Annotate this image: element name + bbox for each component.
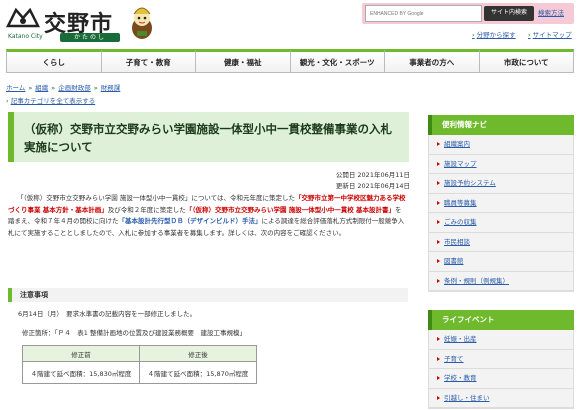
sidebar-item-library[interactable]: 図書館 xyxy=(429,252,573,272)
sidebar-item-moving[interactable]: 引越し・住まい xyxy=(429,389,573,408)
sidebar-convenient-nav: 便利情報ナビ 組織案内 施設マップ 施設予約システム 職員等募集 ごみの収集 市… xyxy=(428,115,574,292)
body-text-2: 及び令和２年度に策定した xyxy=(107,205,186,214)
notice-correction-text: 修正箇所：「Ｐ４ 表1 整備計画地の位置及び建設業務概要 建設工事規模」 xyxy=(22,329,246,337)
sidebar-item-label[interactable]: 施設マップ xyxy=(444,160,477,168)
site-search-button[interactable]: サイト内検索 xyxy=(484,6,534,21)
breadcrumb: ホーム» 組織» 企画財政部» 財務課 xyxy=(6,82,120,92)
table-cell-after: ４階建て延べ面積：15,870㎡程度 xyxy=(139,361,257,384)
arrow-right-icon xyxy=(437,376,440,380)
design-build-method: 「基本設計先行型ＤＢ（デザインビルド）手法」 xyxy=(118,217,262,225)
arrow-right-icon xyxy=(437,239,440,244)
search-field[interactable] xyxy=(365,5,482,22)
sidebar-item-organization[interactable]: 組織案内 xyxy=(429,135,573,155)
all-category-link-wrap: › 記事カテゴリを全て表示する xyxy=(6,95,95,105)
sitemap-label: サイトマップ xyxy=(532,31,572,39)
arrow-right-icon xyxy=(437,220,440,224)
arrow-right-icon xyxy=(437,337,440,341)
sidebar-item-label[interactable]: 子育て xyxy=(444,355,464,363)
sidebar-item-label[interactable]: 妊娠・出産 xyxy=(444,335,477,343)
basic-design-link[interactable]: 「（仮称）交野市立交野みらい学園 施設一体型小中一貫校 基本設計書」 xyxy=(186,206,395,214)
breadcrumb-separator-icon: » xyxy=(51,84,56,92)
sidebar-item-citizen-consultation[interactable]: 市民相談 xyxy=(429,233,573,252)
sidebar-item-label[interactable]: 学校・教育 xyxy=(444,374,477,382)
sidebar-nav-heading: 便利情報ナビ xyxy=(428,115,574,135)
sidebar-item-label[interactable]: 条例・規則（例規集） xyxy=(444,277,509,285)
sidebar-item-label[interactable]: 組織案内 xyxy=(444,140,470,148)
sidebar-item-facility-map[interactable]: 施設マップ xyxy=(429,155,573,174)
nav-city-government[interactable]: 市政について xyxy=(478,49,574,73)
sidebar-item-childcare[interactable]: 子育て xyxy=(429,350,573,369)
search-help-link[interactable]: 検索方法 xyxy=(538,6,564,21)
chevron-right-icon: › xyxy=(472,31,475,39)
sidebar-item-ordinances[interactable]: 条例・規則（例規集） xyxy=(429,272,573,291)
article-dates: 公開日 2021年06月11日 更新日 2021年06月14日 xyxy=(336,170,410,192)
field-search-link[interactable]: › 分野から探す xyxy=(472,29,516,39)
chevron-right-icon: › xyxy=(6,97,9,105)
global-nav: くらし 子育て・教育 健康・福祉 観光・文化・スポーツ 事業者の方へ 市政につい… xyxy=(6,49,574,73)
sidebar-item-label[interactable]: 引越し・住まい xyxy=(444,394,490,402)
sidebar-life-events: ライフイベント 妊娠・出産 子育て 学校・教育 引越し・住まい xyxy=(428,310,574,409)
arrow-right-icon xyxy=(437,200,440,205)
sidebar-item-label[interactable]: 図書館 xyxy=(444,257,464,265)
sidebar-item-school[interactable]: 学校・教育 xyxy=(429,369,573,389)
arrow-right-icon xyxy=(437,395,440,400)
field-search-label: 分野から探す xyxy=(476,31,516,39)
sidebar-item-facility-reservation[interactable]: 施設予約システム xyxy=(429,174,573,194)
sidebar-nav-list: 組織案内 施設マップ 施設予約システム 職員等募集 ごみの収集 市民相談 図書館… xyxy=(428,135,574,292)
breadcrumb-organization[interactable]: 組織 xyxy=(35,84,48,92)
site-logo[interactable]: 交野市 Katano City かたのし xyxy=(6,6,126,42)
article-title-box: （仮称）交野市立交野みらい学園施設一体型小中一貫校整備事業の入札実施について xyxy=(8,112,409,162)
breadcrumb-separator-icon: » xyxy=(93,84,98,92)
article-body: 「（仮称）交野市立交野みらい学園 施設一体型小中一貫校」については、令和元年度に… xyxy=(8,193,408,239)
sidebar-item-garbage[interactable]: ごみの収集 xyxy=(429,213,573,233)
search-input[interactable] xyxy=(366,6,481,21)
correction-table: 修正前 修正後 ４階建て延べ面積：15,830㎡程度 ４階建て延べ面積：15,8… xyxy=(22,345,257,384)
sidebar-item-pregnancy[interactable]: 妊娠・出産 xyxy=(429,330,573,350)
table-cell-before: ４階建て延べ面積：15,830㎡程度 xyxy=(22,361,140,384)
sidebar-item-label[interactable]: 市民相談 xyxy=(444,238,470,246)
arrow-right-icon xyxy=(437,161,440,166)
sidebar-item-label[interactable]: 職員等募集 xyxy=(444,199,477,207)
table-header-after: 修正後 xyxy=(139,345,257,362)
breadcrumb-planning-finance[interactable]: 企画財政部 xyxy=(58,84,91,92)
nav-childcare-education[interactable]: 子育て・教育 xyxy=(100,49,195,73)
arrow-right-icon xyxy=(437,181,440,185)
arrow-right-icon xyxy=(437,356,440,361)
sidebar-item-label[interactable]: ごみの収集 xyxy=(444,218,477,226)
breadcrumb-separator-icon: » xyxy=(28,84,33,92)
breadcrumb-home[interactable]: ホーム xyxy=(6,84,25,92)
notice-update-text: 6月14日（月） 要求水準書の記載内容を一部修正しました。 xyxy=(18,310,197,318)
city-emblem-icon xyxy=(6,7,40,28)
site-header: 交野市 Katano City かたのし サイト内検索 検索方法 ›分野から探す… xyxy=(0,0,580,44)
table-row: ４階建て延べ面積：15,830㎡程度 ４階建て延べ面積：15,870㎡程度 xyxy=(22,361,257,384)
mascot-icon xyxy=(132,7,152,39)
chevron-right-icon: › xyxy=(528,31,531,39)
logo-sub: Katano City xyxy=(8,33,43,40)
breadcrumb-finance-division[interactable]: 財務課 xyxy=(101,84,121,92)
nav-tourism-culture-sports[interactable]: 観光・文化・スポーツ xyxy=(289,49,384,73)
body-text-1: 「（仮称）交野市立交野みらい学園 施設一体型小中一貫校」については、令和元年度に… xyxy=(17,194,295,202)
logo-kana: かたのし xyxy=(60,33,120,42)
arrow-right-icon xyxy=(437,259,440,263)
all-category-link[interactable]: 記事カテゴリを全て表示する xyxy=(11,97,96,105)
page-title: （仮称）交野市立交野みらい学園施設一体型小中一貫校整備事業の入札実施について xyxy=(24,122,392,154)
nav-health-welfare[interactable]: 健康・福祉 xyxy=(195,49,290,73)
sidebar-events-heading: ライフイベント xyxy=(428,310,574,330)
nav-living[interactable]: くらし xyxy=(6,49,101,73)
sidebar-item-staff-recruitment[interactable]: 職員等募集 xyxy=(429,194,573,213)
arrow-right-icon xyxy=(437,142,440,146)
published-date: 公開日 2021年06月11日 xyxy=(335,171,410,179)
sidebar-events-list: 妊娠・出産 子育て 学校・教育 引越し・住まい xyxy=(428,330,574,409)
updated-date: 更新日 2021年06月14日 xyxy=(335,182,410,190)
sitemap-link[interactable]: › サイトマップ xyxy=(528,29,572,39)
nav-business[interactable]: 事業者の方へ xyxy=(384,49,479,73)
table-header-before: 修正前 xyxy=(22,345,140,362)
notice-heading: 注意事項 xyxy=(8,288,408,302)
arrow-right-icon xyxy=(437,278,440,283)
sidebar-item-label[interactable]: 施設予約システム xyxy=(444,179,496,187)
